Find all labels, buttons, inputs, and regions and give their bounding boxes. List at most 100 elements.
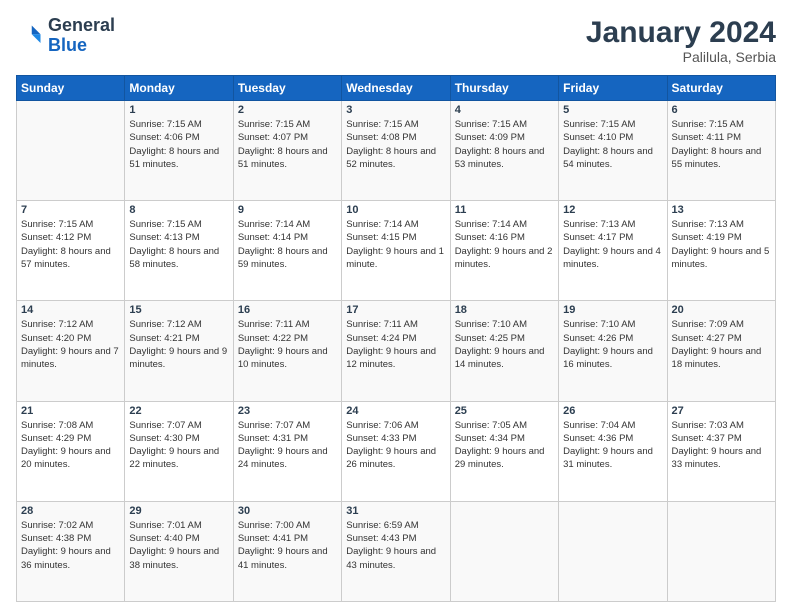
- day-number: 20: [672, 304, 771, 316]
- day-info: Sunrise: 7:07 AMSunset: 4:31 PMDaylight:…: [238, 419, 337, 472]
- calendar-cell: 11Sunrise: 7:14 AMSunset: 4:16 PMDayligh…: [450, 201, 558, 301]
- day-number: 8: [129, 204, 228, 216]
- col-header-tuesday: Tuesday: [233, 76, 341, 101]
- calendar-cell: 8 Sunrise: 7:15 AMSunset: 4:13 PMDaylight…: [125, 201, 233, 301]
- day-number: 29: [129, 505, 228, 517]
- day-info: Sunrise: 7:15 AMSunset: 4:13 PMDaylight:…: [129, 218, 228, 271]
- calendar-cell: 17Sunrise: 7:11 AMSunset: 4:24 PMDayligh…: [342, 301, 450, 401]
- calendar-cell: 14Sunrise: 7:12 AMSunset: 4:20 PMDayligh…: [17, 301, 125, 401]
- calendar-cell: 3 Sunrise: 7:15 AMSunset: 4:08 PMDaylight…: [342, 101, 450, 201]
- calendar-header-row: SundayMondayTuesdayWednesdayThursdayFrid…: [17, 76, 776, 101]
- calendar-cell: 13 Sunrise: 7:13 AMSunset: 4:19 PMDayligh…: [667, 201, 775, 301]
- col-header-friday: Friday: [559, 76, 667, 101]
- day-info: Sunrise: 7:02 AMSunset: 4:38 PMDaylight:…: [21, 519, 120, 572]
- day-info: Sunrise: 7:04 AMSunset: 4:36 PMDaylight:…: [563, 419, 662, 472]
- day-number: 21: [21, 405, 120, 417]
- day-number: 17: [346, 304, 445, 316]
- day-info: Sunrise: 7:10 AMSunset: 4:25 PMDaylight:…: [455, 318, 554, 371]
- calendar-cell: 28 Sunrise: 7:02 AMSunset: 4:38 PMDayligh…: [17, 501, 125, 601]
- calendar-cell: 7 Sunrise: 7:15 AMSunset: 4:12 PMDaylight…: [17, 201, 125, 301]
- main-title: January 2024: [586, 16, 776, 49]
- day-number: 7: [21, 204, 120, 216]
- day-info: Sunrise: 7:06 AMSunset: 4:33 PMDaylight:…: [346, 419, 445, 472]
- day-number: 23: [238, 405, 337, 417]
- calendar-cell: 1 Sunrise: 7:15 AMSunset: 4:06 PMDaylight…: [125, 101, 233, 201]
- page: General Blue January 2024 Palilula, Serb…: [0, 0, 792, 612]
- calendar-cell: 16 Sunrise: 7:11 AMSunset: 4:22 PMDayligh…: [233, 301, 341, 401]
- calendar-cell: 12Sunrise: 7:13 AMSunset: 4:17 PMDayligh…: [559, 201, 667, 301]
- day-info: Sunrise: 7:15 AMSunset: 4:08 PMDaylight:…: [346, 118, 445, 171]
- day-info: Sunrise: 7:12 AMSunset: 4:21 PMDaylight:…: [129, 318, 228, 371]
- day-info: Sunrise: 7:15 AMSunset: 4:06 PMDaylight:…: [129, 118, 228, 171]
- day-info: Sunrise: 7:07 AMSunset: 4:30 PMDaylight:…: [129, 419, 228, 472]
- week-row-2: 7 Sunrise: 7:15 AMSunset: 4:12 PMDaylight…: [17, 201, 776, 301]
- day-number: 13: [672, 204, 771, 216]
- day-number: 31: [346, 505, 445, 517]
- day-number: 16: [238, 304, 337, 316]
- calendar-cell: [559, 501, 667, 601]
- col-header-monday: Monday: [125, 76, 233, 101]
- day-info: Sunrise: 7:15 AMSunset: 4:07 PMDaylight:…: [238, 118, 337, 171]
- day-number: 11: [455, 204, 554, 216]
- calendar-cell: 24 Sunrise: 7:06 AMSunset: 4:33 PMDayligh…: [342, 401, 450, 501]
- calendar-cell: 19Sunrise: 7:10 AMSunset: 4:26 PMDayligh…: [559, 301, 667, 401]
- col-header-saturday: Saturday: [667, 76, 775, 101]
- day-number: 26: [563, 405, 662, 417]
- logo-text: General Blue: [48, 16, 115, 56]
- calendar-cell: 29 Sunrise: 7:01 AMSunset: 4:40 PMDayligh…: [125, 501, 233, 601]
- day-info: Sunrise: 7:12 AMSunset: 4:20 PMDaylight:…: [21, 318, 120, 371]
- day-info: Sunrise: 7:15 AMSunset: 4:12 PMDaylight:…: [21, 218, 120, 271]
- calendar-cell: 23 Sunrise: 7:07 AMSunset: 4:31 PMDayligh…: [233, 401, 341, 501]
- day-number: 25: [455, 405, 554, 417]
- calendar-cell: 15Sunrise: 7:12 AMSunset: 4:21 PMDayligh…: [125, 301, 233, 401]
- calendar-cell: 6Sunrise: 7:15 AMSunset: 4:11 PMDaylight…: [667, 101, 775, 201]
- calendar-cell: 30Sunrise: 7:00 AMSunset: 4:41 PMDayligh…: [233, 501, 341, 601]
- calendar-cell: [450, 501, 558, 601]
- calendar-cell: 25 Sunrise: 7:05 AMSunset: 4:34 PMDayligh…: [450, 401, 558, 501]
- week-row-1: 1 Sunrise: 7:15 AMSunset: 4:06 PMDaylight…: [17, 101, 776, 201]
- day-number: 27: [672, 405, 771, 417]
- day-number: 22: [129, 405, 228, 417]
- sub-title: Palilula, Serbia: [586, 49, 776, 65]
- week-row-4: 21 Sunrise: 7:08 AMSunset: 4:29 PMDayligh…: [17, 401, 776, 501]
- day-info: Sunrise: 7:14 AMSunset: 4:15 PMDaylight:…: [346, 218, 445, 271]
- day-number: 10: [346, 204, 445, 216]
- day-number: 28: [21, 505, 120, 517]
- day-info: Sunrise: 7:13 AMSunset: 4:17 PMDaylight:…: [563, 218, 662, 271]
- calendar-cell: 22 Sunrise: 7:07 AMSunset: 4:30 PMDayligh…: [125, 401, 233, 501]
- calendar-cell: 2Sunrise: 7:15 AMSunset: 4:07 PMDaylight…: [233, 101, 341, 201]
- col-header-wednesday: Wednesday: [342, 76, 450, 101]
- day-info: Sunrise: 7:14 AMSunset: 4:14 PMDaylight:…: [238, 218, 337, 271]
- col-header-sunday: Sunday: [17, 76, 125, 101]
- day-info: Sunrise: 7:05 AMSunset: 4:34 PMDaylight:…: [455, 419, 554, 472]
- day-info: Sunrise: 6:59 AMSunset: 4:43 PMDaylight:…: [346, 519, 445, 572]
- title-area: January 2024 Palilula, Serbia: [586, 16, 776, 65]
- day-number: 9: [238, 204, 337, 216]
- day-number: 5: [563, 104, 662, 116]
- logo-icon: [16, 22, 44, 50]
- day-info: Sunrise: 7:03 AMSunset: 4:37 PMDaylight:…: [672, 419, 771, 472]
- calendar-cell: 10 Sunrise: 7:14 AMSunset: 4:15 PMDayligh…: [342, 201, 450, 301]
- calendar-cell: 27 Sunrise: 7:03 AMSunset: 4:37 PMDayligh…: [667, 401, 775, 501]
- logo: General Blue: [16, 16, 115, 56]
- day-number: 3: [346, 104, 445, 116]
- day-info: Sunrise: 7:15 AMSunset: 4:11 PMDaylight:…: [672, 118, 771, 171]
- day-info: Sunrise: 7:08 AMSunset: 4:29 PMDaylight:…: [21, 419, 120, 472]
- day-number: 24: [346, 405, 445, 417]
- header: General Blue January 2024 Palilula, Serb…: [16, 16, 776, 65]
- day-info: Sunrise: 7:13 AMSunset: 4:19 PMDaylight:…: [672, 218, 771, 271]
- day-number: 1: [129, 104, 228, 116]
- calendar-cell: [667, 501, 775, 601]
- calendar-table: SundayMondayTuesdayWednesdayThursdayFrid…: [16, 75, 776, 602]
- week-row-3: 14Sunrise: 7:12 AMSunset: 4:20 PMDayligh…: [17, 301, 776, 401]
- day-info: Sunrise: 7:09 AMSunset: 4:27 PMDaylight:…: [672, 318, 771, 371]
- calendar-cell: 18 Sunrise: 7:10 AMSunset: 4:25 PMDayligh…: [450, 301, 558, 401]
- week-row-5: 28 Sunrise: 7:02 AMSunset: 4:38 PMDayligh…: [17, 501, 776, 601]
- day-number: 18: [455, 304, 554, 316]
- day-info: Sunrise: 7:01 AMSunset: 4:40 PMDaylight:…: [129, 519, 228, 572]
- calendar-cell: 31 Sunrise: 6:59 AMSunset: 4:43 PMDayligh…: [342, 501, 450, 601]
- day-info: Sunrise: 7:11 AMSunset: 4:22 PMDaylight:…: [238, 318, 337, 371]
- day-number: 4: [455, 104, 554, 116]
- calendar-cell: 21 Sunrise: 7:08 AMSunset: 4:29 PMDayligh…: [17, 401, 125, 501]
- day-info: Sunrise: 7:15 AMSunset: 4:09 PMDaylight:…: [455, 118, 554, 171]
